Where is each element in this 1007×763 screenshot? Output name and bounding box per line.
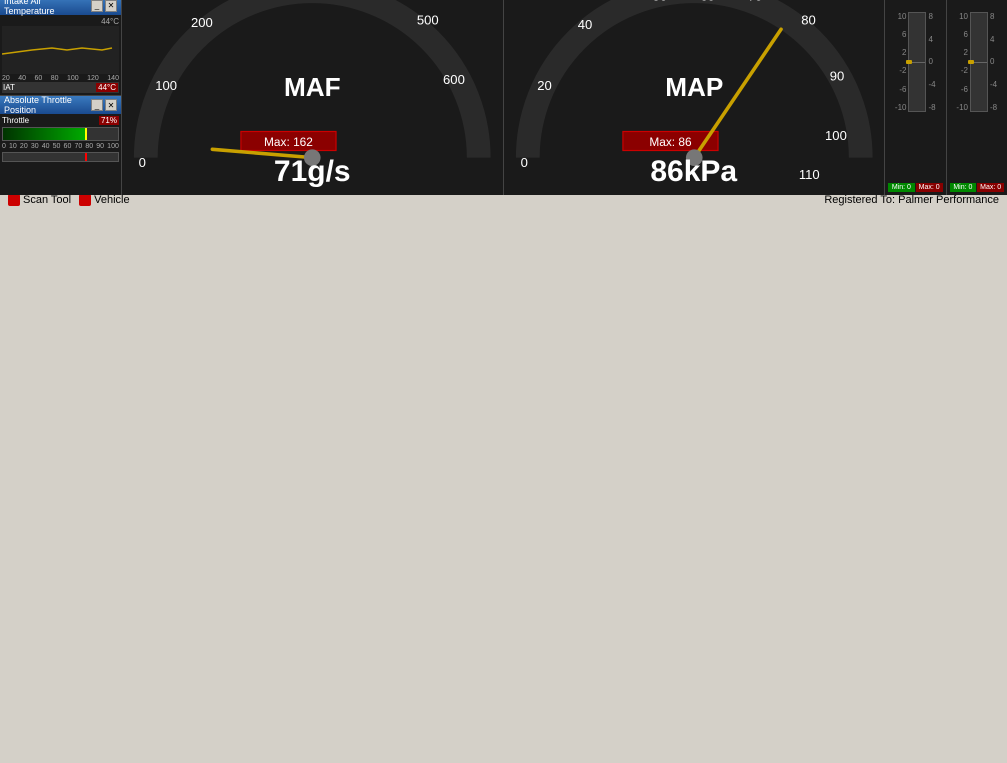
svg-text:60: 60 [700, 0, 715, 3]
atp-body: Throttle71% 0102030405060708090100 [0, 114, 121, 195]
svg-text:110: 110 [798, 167, 819, 182]
lft2-body: LONGFT2 0% 1062-2-6-10 840-4-8 [947, 0, 1007, 195]
svg-text:40: 40 [577, 17, 592, 32]
scan-tool-indicator: Scan Tool [8, 194, 71, 206]
left-col-span: Ignition Timi... _ ✕ SPARKADV 27° 504540… [0, 0, 122, 195]
svg-text:500: 500 [417, 12, 439, 27]
vehicle-dot [79, 194, 91, 206]
svg-text:80: 80 [801, 12, 816, 27]
iat-body: 44°C 20406080100120140 IAT44°C [0, 15, 121, 96]
atp-left-title: Absolute Throttle Position [4, 95, 91, 115]
lft2-vbar [970, 12, 988, 112]
iat-l-min[interactable]: _ [91, 0, 103, 12]
longft-area: Long Te... _ ✕ LONGFT1 0% 1062-2-6-10 [885, 0, 1007, 195]
iat-graph-area [2, 26, 119, 75]
svg-text:90: 90 [829, 68, 844, 83]
scan-tool-label: Scan Tool [23, 194, 71, 206]
map-main: Intake Manifold Absolute Pressure _ ✕ 0 … [504, 0, 886, 195]
maf-main: Air Flow Rate from Mass Air Flow Sensor … [122, 0, 504, 195]
atp-l-min[interactable]: _ [91, 99, 103, 111]
map-svg-wrap: 0 20 40 50 60 70 80 90 100 110 MAP Max: … [504, 0, 885, 195]
svg-text:200: 200 [191, 15, 213, 30]
svg-text:100: 100 [155, 78, 177, 93]
scan-tool-dot [8, 194, 20, 206]
svg-text:20: 20 [537, 78, 552, 93]
svg-text:100: 100 [825, 128, 847, 143]
svg-text:70: 70 [747, 0, 762, 3]
iat-left-hdr: Intake Air Temperature _ ✕ [0, 0, 121, 15]
status-indicators: Scan Tool Vehicle [8, 194, 130, 206]
maf-svg-wrap: 0 100 200 300 400 500 600 MAF Max: 162 7… [122, 0, 503, 195]
right-col-span: Oxygen Sensor... _ ✕ O2S11.O2SV Min: 0 C… [885, 0, 1007, 195]
svg-text:0: 0 [139, 155, 146, 170]
atp-left: Absolute Throttle Position _ ✕ Throttle7… [0, 96, 121, 195]
svg-text:0: 0 [520, 155, 527, 170]
lft2-marker [968, 60, 974, 64]
longft1-right: Long Te... _ ✕ LONGFT1 0% 1062-2-6-10 [885, 0, 947, 195]
atp-left-hdr: Absolute Throttle Position _ ✕ [0, 96, 121, 114]
iat-l-close[interactable]: ✕ [105, 0, 117, 12]
svg-text:400: 400 [349, 0, 371, 1]
iat-left: Intake Air Temperature _ ✕ 44°C 20406080… [0, 0, 121, 96]
svg-text:Max: 86: Max: 86 [649, 135, 692, 149]
svg-text:50: 50 [652, 0, 667, 3]
svg-text:MAP: MAP [665, 72, 723, 102]
gauge-main-area: Ignition Timi... _ ✕ SPARKADV 27° 504540… [0, 0, 1007, 130]
atp-l-close[interactable]: ✕ [105, 99, 117, 111]
svg-text:Max: 162: Max: 162 [264, 135, 313, 149]
longft2-right: Long Te... _ ✕ LONGFT2 0% 1062-2-6-10 [947, 0, 1007, 195]
svg-text:MAF: MAF [284, 72, 341, 102]
vehicle-indicator: Vehicle [79, 194, 129, 206]
atp-h-bar2 [2, 152, 119, 162]
lft1-vbar [908, 12, 926, 112]
registered-to: Registered To: Palmer Performance [824, 194, 999, 206]
svg-text:300: 300 [271, 0, 293, 1]
lft1-body: LONGFT1 0% 1062-2-6-10 840-4-8 [885, 0, 946, 195]
lft1-marker [906, 60, 912, 64]
iat-left-title: Intake Air Temperature [4, 0, 91, 16]
svg-text:600: 600 [443, 72, 465, 87]
map-disp: 86kPa [650, 155, 737, 189]
vehicle-label: Vehicle [94, 194, 129, 206]
atp-h-bar [2, 127, 119, 141]
maf-disp: 71g/s [274, 155, 351, 189]
